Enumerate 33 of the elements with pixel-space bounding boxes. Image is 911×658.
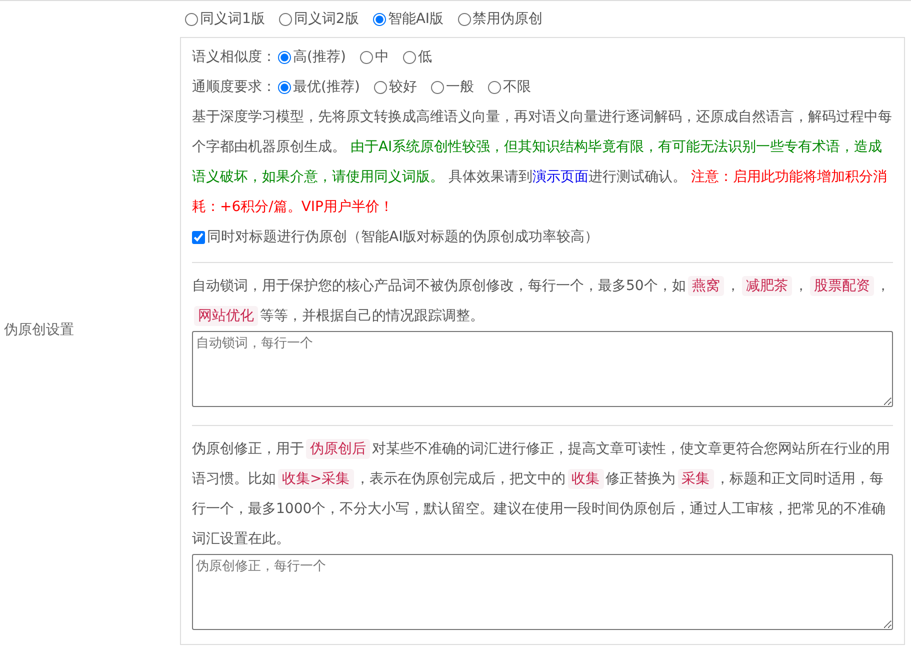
radio-button[interactable] (278, 50, 291, 64)
radio-button[interactable] (278, 12, 292, 26)
radio-label: 不限 (502, 78, 531, 96)
radio-button[interactable] (374, 80, 387, 94)
radio-label: 低 (418, 48, 432, 66)
section-label: 伪原创设置 (4, 320, 74, 338)
checkbox-label: 同时对标题进行伪原创（智能AI版对标题的伪原创成功率较高） (207, 228, 599, 246)
radio-button[interactable] (185, 12, 198, 26)
radio-button[interactable] (372, 12, 386, 26)
lock-words-text: 自动锁词，用于保护您的核心产品词不被伪原创修改，每行一个，最多50个，如 燕窝 ， 减肥茶 ， 股票配资 ， 网站优化 等等，并根据自己的情况跟踪调整。 (192, 275, 891, 328)
lock-words-field[interactable]: 自动锁词，每行一个 (192, 331, 893, 407)
field-label: 通顺度要求： (192, 78, 276, 96)
radio-label: 中 (374, 48, 389, 66)
radio-label: 智能AI版 (388, 10, 444, 28)
radio-button[interactable] (360, 50, 373, 64)
corrections-text: 伪原创修正，用于 伪原创后 对某些不准确的词汇进行修正，提高文章可读性，使文章更符合您网站所在行业的用语习惯。比如 收集>采集 ，表示在伪原创完成后，把文中的 收集 修正替换为 采集 ，标题和正文同时适用，每行一个，最多1000个，不分大小写，默认留空。建议在使用一段时间伪原创后，通过人工审核，把常见的不准确词汇设置在此。 (192, 438, 891, 549)
radio-button[interactable] (402, 50, 416, 64)
radio-button[interactable] (458, 12, 471, 26)
checkbox[interactable] (192, 230, 205, 244)
radio-label: 一般 (446, 78, 474, 96)
radio-label: 同义词2版 (294, 10, 359, 28)
corrections-field[interactable]: 伪原创修正，每行一个 (192, 554, 893, 630)
demo-page-link[interactable]: 演示页面 (532, 169, 588, 185)
radio-label: 禁用伪原创 (472, 10, 543, 28)
radio-label: 较好 (388, 78, 417, 96)
radio-label: 同义词1版 (200, 10, 265, 28)
radio-label: 高(推荐) (293, 48, 346, 66)
field-label: 语义相似度： (192, 48, 276, 66)
radio-button[interactable] (278, 80, 291, 94)
radio-button[interactable] (488, 80, 501, 94)
radio-button[interactable] (430, 80, 444, 94)
radio-label: 最优(推荐) (293, 78, 360, 96)
description-text: 基于深度学习模型，先将原文转换成高维语义向量，再对语义向量进行逐词解码，还原成自然语言，解码过程中每个字都由机器原创生成。 由于AI系统原创性较强，但其知识结构毕竟有限，有可能无法识别一些专有术语，造成语义破坏，如果介意，请使用同义词版。 具体效果请到演示页面进行测试确认。 注意：启用此功能将增加积分消耗：+6积分/篇。VIP用户半价！ (192, 108, 893, 217)
